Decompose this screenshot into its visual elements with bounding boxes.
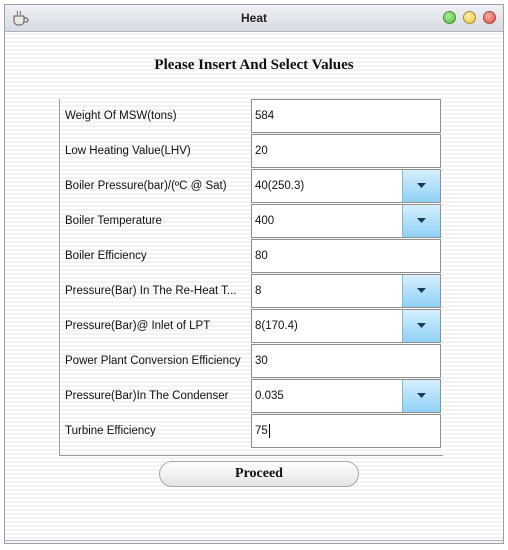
proceed-button[interactable]: Proceed — [159, 461, 359, 487]
chevron-down-icon — [417, 183, 426, 188]
window-bottom-divider — [5, 540, 503, 541]
chevron-down-icon — [417, 393, 426, 398]
window-title: Heat — [240, 11, 267, 25]
title-bar[interactable]: Heat — [5, 5, 503, 32]
reheat-pressure-label: Pressure(Bar) In The Re-Heat T... — [65, 285, 237, 297]
input-form: Weight Of MSW(tons) 584 Low Heating Valu… — [59, 99, 443, 456]
chevron-down-icon — [417, 218, 426, 223]
app-window: Heat Please Insert And Select Values Wei… — [4, 4, 504, 544]
lpt-inlet-pressure-dropdown-button[interactable] — [402, 310, 440, 342]
condenser-pressure-dropdown-button[interactable] — [402, 380, 440, 412]
field-row-low-heating-value: Low Heating Value(LHV) 20 — [60, 134, 443, 168]
field-row-weight-of-msw: Weight Of MSW(tons) 584 — [60, 99, 443, 133]
low-heating-value-input[interactable]: 20 — [251, 134, 441, 168]
field-row-boiler-pressure: Boiler Pressure(bar)/(ºC @ Sat) 40(250.3… — [60, 169, 443, 203]
field-row-conversion-efficiency: Power Plant Conversion Efficiency 30 — [60, 344, 443, 378]
field-row-lpt-inlet-pressure: Pressure(Bar)@ Inlet of LPT 8(170.4) — [60, 309, 443, 343]
minimize-button[interactable] — [463, 11, 476, 24]
boiler-efficiency-input[interactable]: 80 — [251, 239, 441, 273]
chevron-down-icon — [417, 288, 426, 293]
conversion-efficiency-label: Power Plant Conversion Efficiency — [65, 355, 241, 367]
field-row-condenser-pressure: Pressure(Bar)In The Condenser 0.035 — [60, 379, 443, 413]
form-heading: Please Insert And Select Values — [154, 57, 354, 73]
boiler-efficiency-label: Boiler Efficiency — [65, 250, 147, 262]
close-button[interactable] — [483, 11, 496, 24]
turbine-efficiency-label: Turbine Efficiency — [65, 425, 156, 437]
boiler-temperature-label: Boiler Temperature — [65, 215, 162, 227]
boiler-temperature-dropdown-button[interactable] — [402, 205, 440, 237]
field-row-turbine-efficiency: Turbine Efficiency 75 — [60, 414, 443, 448]
lpt-inlet-pressure-select[interactable]: 8(170.4) — [251, 309, 441, 343]
boiler-pressure-dropdown-button[interactable] — [402, 170, 440, 202]
chevron-down-icon — [417, 323, 426, 328]
reheat-pressure-select[interactable]: 8 — [251, 274, 441, 308]
reheat-pressure-dropdown-button[interactable] — [402, 275, 440, 307]
weight-of-msw-label: Weight Of MSW(tons) — [65, 110, 177, 122]
boiler-pressure-select[interactable]: 40(250.3) — [251, 169, 441, 203]
text-cursor — [268, 423, 270, 438]
boiler-temperature-select[interactable]: 400 — [251, 204, 441, 238]
field-row-boiler-temperature: Boiler Temperature 400 — [60, 204, 443, 238]
conversion-efficiency-input[interactable]: 30 — [251, 344, 441, 378]
condenser-pressure-select[interactable]: 0.035 — [251, 379, 441, 413]
maximize-button[interactable] — [443, 11, 456, 24]
turbine-efficiency-input[interactable]: 75 — [251, 414, 441, 448]
lpt-inlet-pressure-label: Pressure(Bar)@ Inlet of LPT — [65, 320, 211, 332]
low-heating-value-label: Low Heating Value(LHV) — [65, 145, 191, 157]
condenser-pressure-label: Pressure(Bar)In The Condenser — [65, 390, 229, 402]
boiler-pressure-label: Boiler Pressure(bar)/(ºC @ Sat) — [65, 180, 227, 192]
field-row-boiler-efficiency: Boiler Efficiency 80 — [60, 239, 443, 273]
weight-of-msw-input[interactable]: 584 — [251, 99, 441, 133]
field-row-reheat-pressure: Pressure(Bar) In The Re-Heat T... 8 — [60, 274, 443, 308]
